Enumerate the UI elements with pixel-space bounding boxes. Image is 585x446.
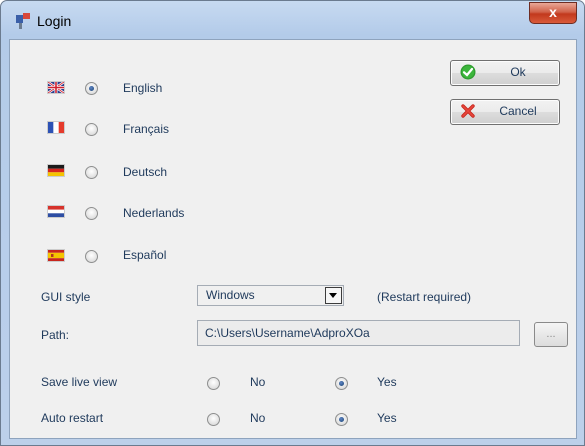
language-label-nederlands: Nederlands (123, 206, 185, 220)
language-radio-francais[interactable] (85, 123, 98, 136)
netherlands-flag-icon (48, 206, 64, 217)
germany-flag-icon (48, 165, 64, 176)
path-value: C:\Users\Username\AdproXOa (205, 326, 370, 340)
language-radio-nederlands[interactable] (85, 207, 98, 220)
save-live-view-label: Save live view (41, 375, 118, 389)
gui-style-select[interactable]: Windows (197, 285, 344, 306)
uk-flag-icon (48, 82, 64, 93)
language-label-espanol: Español (123, 248, 167, 262)
close-icon: x (549, 4, 557, 20)
language-radio-english[interactable] (85, 82, 98, 95)
gui-style-value: Windows (206, 288, 255, 302)
path-field[interactable]: C:\Users\Username\AdproXOa (197, 320, 520, 346)
window-title: Login (37, 13, 72, 29)
language-radio-deutsch[interactable] (85, 166, 98, 179)
app-icon (16, 13, 30, 29)
chevron-down-icon[interactable] (325, 287, 342, 304)
cross-icon (461, 104, 475, 118)
ok-button-label: Ok (510, 65, 526, 79)
auto-restart-yes-label: Yes (377, 411, 397, 425)
language-radio-espanol[interactable] (85, 250, 98, 263)
cancel-button-label: Cancel (499, 104, 537, 118)
cancel-button[interactable]: Cancel (450, 99, 560, 125)
spain-flag-icon (48, 250, 64, 261)
browse-button[interactable]: ... (534, 322, 568, 347)
language-label-deutsch: Deutsch (123, 165, 168, 179)
language-label-francais: Français (123, 122, 170, 136)
save-live-view-yes-radio[interactable] (335, 377, 348, 390)
save-live-view-yes-label: Yes (377, 375, 397, 389)
auto-restart-no-label: No (250, 411, 266, 425)
save-live-view-no-label: No (250, 375, 266, 389)
save-live-view-no-radio[interactable] (207, 377, 220, 390)
language-label-english: English (123, 81, 163, 95)
title-bar[interactable]: Login x (1, 1, 584, 39)
login-window: Login x English Français Deutsch Nederla… (0, 0, 585, 446)
browse-button-label: ... (546, 328, 556, 340)
ok-button[interactable]: Ok (450, 60, 560, 86)
close-button[interactable]: x (529, 2, 577, 24)
auto-restart-label: Auto restart (41, 411, 104, 425)
restart-note: (Restart required) (377, 290, 472, 304)
gui-style-label: GUI style (41, 290, 91, 304)
checkmark-icon (460, 64, 476, 80)
path-label: Path: (41, 328, 70, 342)
auto-restart-no-radio[interactable] (207, 413, 220, 426)
auto-restart-yes-radio[interactable] (335, 413, 348, 426)
france-flag-icon (48, 122, 64, 133)
dialog-body: English Français Deutsch Nederlands Espa… (9, 39, 577, 439)
